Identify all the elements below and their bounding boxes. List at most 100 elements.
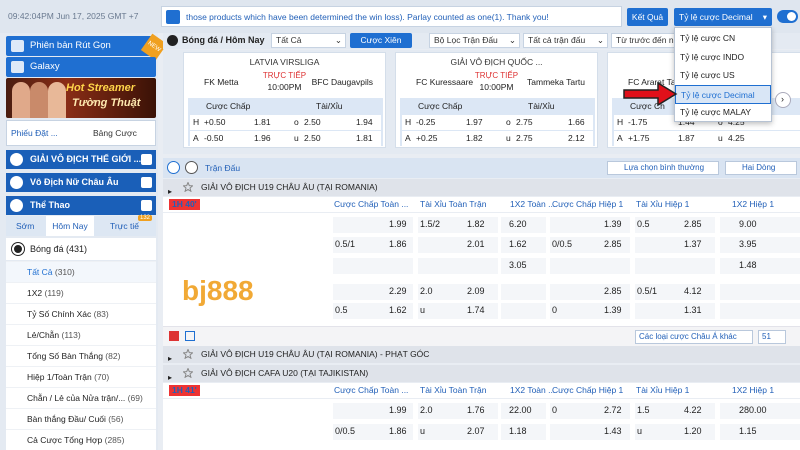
odds-value[interactable]: 1.96	[254, 133, 271, 143]
odds-value[interactable]: 1.76	[467, 405, 485, 415]
odds-value[interactable]: 2.07	[467, 426, 485, 436]
odds-value[interactable]: 1.81	[254, 117, 271, 127]
odds-value[interactable]: 2.72	[604, 405, 622, 415]
odds-value[interactable]: 1.74	[467, 305, 485, 315]
all-matches-select[interactable]: Tất cả trận đấu ⌄	[523, 33, 608, 48]
sidebar-category[interactable]: Cả Cược Tổng Hợp (285)	[6, 429, 156, 450]
stats-icon[interactable]	[185, 331, 195, 341]
odds-value[interactable]: 280.00	[739, 405, 767, 415]
sidebar-item-soccer[interactable]: Bóng đá (431)	[6, 238, 156, 260]
odds-value[interactable]: 1.86	[389, 426, 407, 436]
odds-value[interactable]: 1.99	[389, 405, 407, 415]
column-header[interactable]: 1X2 Hiệp 1	[732, 385, 774, 395]
odds-value[interactable]: 2.01	[467, 239, 485, 249]
odds-value[interactable]: 2.85	[684, 219, 702, 229]
odds-format-option[interactable]: Tỷ lệ cược MALAY	[675, 103, 771, 122]
odds-cell[interactable]	[720, 284, 800, 300]
odds-value[interactable]: 1.94	[356, 117, 373, 127]
theme-toggle[interactable]	[777, 10, 798, 23]
odds-cell[interactable]	[635, 424, 715, 440]
odds-value[interactable]: 4.22	[684, 405, 702, 415]
lite-version-button[interactable]: Phiên bản Rút Gọn NEW	[6, 33, 168, 61]
league-row[interactable]: ▸ GIẢI VÔ ĐỊCH CAFA U20 (TẠI TAJIKISTAN)	[163, 365, 800, 382]
odds-format-select[interactable]: Tỷ lệ cược Decimal ▾	[674, 8, 772, 26]
odds-value[interactable]: 1.48	[739, 260, 757, 270]
odds-value[interactable]: 2.29	[389, 286, 407, 296]
sort-select[interactable]: Lựa chọn bình thường	[607, 161, 719, 175]
column-header[interactable]: 1X2 Toàn ...	[510, 385, 555, 395]
star-icon[interactable]	[183, 368, 193, 378]
galaxy-button[interactable]: Galaxy	[6, 57, 156, 77]
odds-value[interactable]: 2.85	[604, 286, 622, 296]
odds-cell[interactable]	[333, 258, 413, 274]
next-arrow-icon[interactable]: ›	[775, 92, 791, 108]
odds-value[interactable]: 1.87	[678, 133, 695, 143]
filter-all-select[interactable]: Tất Cả ⌄	[271, 33, 346, 48]
column-header[interactable]: Tài Xỉu Hiệp 1	[636, 199, 689, 209]
sidebar-category[interactable]: Tổng Số Bàn Thắng (82)	[6, 345, 156, 366]
tab-bet-slip[interactable]: Phiếu Đặt ...	[11, 128, 58, 138]
parlay-button[interactable]: Cược Xiên	[350, 33, 412, 48]
odds-value[interactable]: 1.39	[604, 219, 622, 229]
sidebar-league-world[interactable]: GIẢI VÔ ĐỊCH THẾ GIỚI ...	[6, 150, 156, 169]
odds-value[interactable]: 1.99	[389, 219, 407, 229]
odds-value[interactable]: 1.66	[568, 117, 585, 127]
tab-live[interactable]: Trực tiế	[110, 221, 139, 231]
odds-value[interactable]: 4.12	[684, 286, 702, 296]
odds-value[interactable]: 2.09	[467, 286, 485, 296]
odds-value[interactable]: 1.18	[509, 426, 527, 436]
column-header[interactable]: Tài Xỉu Toàn Trận	[420, 385, 486, 395]
sidebar-league-women-euro[interactable]: Vô Địch Nữ Châu Âu	[6, 173, 156, 192]
odds-value[interactable]: 22.00	[509, 405, 532, 415]
odds-value[interactable]: 1.82	[466, 133, 483, 143]
odds-cell[interactable]	[418, 424, 498, 440]
odds-value[interactable]: 1.97	[466, 117, 483, 127]
odds-value[interactable]: 1.86	[389, 239, 407, 249]
odds-cell[interactable]	[418, 258, 498, 274]
sports-header[interactable]: Thể Thao	[6, 196, 156, 215]
odds-value[interactable]: 6.20	[509, 219, 527, 229]
odds-cell[interactable]	[720, 237, 800, 253]
odds-cell[interactable]	[501, 284, 546, 300]
odds-value[interactable]: 1.15	[739, 426, 757, 436]
odds-value[interactable]: 1.37	[684, 239, 702, 249]
sidebar-category[interactable]: 1X2 (119)	[6, 282, 156, 303]
bet-count-select[interactable]: 51	[758, 330, 786, 344]
odds-cell[interactable]	[720, 424, 800, 440]
league-row[interactable]: ▸ GIẢI VÔ ĐỊCH U19 CHÂU ÂU (TẠI ROMANIA) …	[163, 346, 800, 363]
other-bets-select[interactable]: Các loại cược Châu Á khác	[635, 330, 753, 344]
star-icon[interactable]	[183, 182, 193, 192]
odds-value[interactable]: 1.81	[356, 133, 373, 143]
collapse-icon[interactable]	[167, 161, 180, 174]
odds-format-option[interactable]: Tỷ lệ cược CN	[675, 29, 771, 48]
odds-value[interactable]: 1.62	[509, 239, 527, 249]
tab-early[interactable]: Sớm	[16, 221, 34, 231]
odds-cell[interactable]	[720, 217, 800, 233]
match-filter-select[interactable]: Bộ Lọc Trận Đấu ⌄	[429, 33, 520, 48]
lines-select[interactable]: Hai Dòng	[725, 161, 797, 175]
odds-cell[interactable]	[720, 303, 800, 319]
odds-cell[interactable]	[635, 303, 715, 319]
odds-value[interactable]: 1.20	[684, 426, 702, 436]
odds-value[interactable]: 1.43	[604, 426, 622, 436]
odds-value[interactable]: 2.85	[604, 239, 622, 249]
close-icon[interactable]	[169, 331, 179, 341]
odds-value[interactable]: 2.12	[568, 133, 585, 143]
column-header[interactable]: Cược Chấp Hiệp 1	[552, 199, 623, 209]
announcement-ticker[interactable]: those products which have been determine…	[161, 6, 622, 27]
sidebar-category[interactable]: Hiệp 1/Toàn Trận (70)	[6, 366, 156, 387]
odds-value[interactable]: 1.31	[684, 305, 702, 315]
odds-value[interactable]: 9.00	[739, 219, 757, 229]
sidebar-category[interactable]: Lẻ/Chẵn (113)	[6, 324, 156, 345]
sidebar-category[interactable]: Chẵn / Lẻ của Nửa trận/... (69)	[6, 387, 156, 408]
column-header[interactable]: 1X2 Toàn ...	[510, 199, 555, 209]
odds-cell[interactable]	[635, 258, 715, 274]
sidebar-category[interactable]: Bàn thắng Đầu/ Cuối (56)	[6, 408, 156, 429]
odds-cell[interactable]	[635, 237, 715, 253]
tab-odds-board[interactable]: Bảng Cược	[93, 128, 137, 138]
odds-value[interactable]: 1.82	[467, 219, 485, 229]
odds-cell[interactable]	[418, 303, 498, 319]
live-match-card[interactable]: GIẢI VÔ ĐỊCH QUỐC ... FC Kuressaare Tammek…	[395, 52, 598, 148]
star-icon[interactable]	[183, 349, 193, 359]
column-header[interactable]: Cược Chấp Hiệp 1	[552, 385, 623, 395]
